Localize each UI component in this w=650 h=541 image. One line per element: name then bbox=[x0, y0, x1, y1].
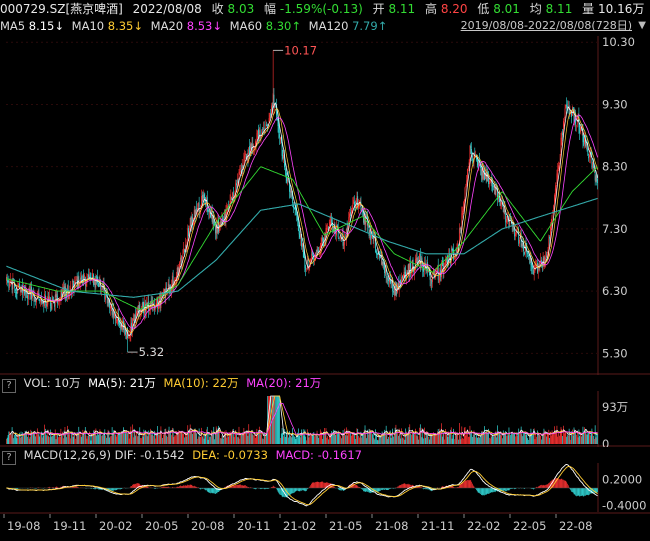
vol-title: VOL: 10万 bbox=[23, 376, 81, 390]
x-tick-label: 20-11 bbox=[237, 519, 270, 533]
vol-ma5: MA(5): 21万 bbox=[88, 376, 156, 390]
x-tick-label: 19-08 bbox=[7, 519, 40, 533]
macd-title: MACD(12,26,9) DIF: -0.1542 bbox=[23, 448, 185, 462]
help-icon[interactable]: ? bbox=[2, 451, 16, 465]
vol-ma10: MA(10): 22万 bbox=[163, 376, 239, 390]
macd-tick-label: 0.2000 bbox=[602, 472, 642, 486]
low-annotation: 5.32 bbox=[139, 345, 165, 359]
price-tick-label: 7.30 bbox=[602, 222, 628, 236]
x-tick-label: 20-05 bbox=[145, 519, 178, 533]
price-tick-label: 9.30 bbox=[602, 97, 628, 111]
dea-line bbox=[6, 466, 598, 506]
price-tick-label: 6.30 bbox=[602, 284, 628, 298]
x-tick-label: 21-08 bbox=[375, 519, 408, 533]
macd-value: MACD: -0.1617 bbox=[275, 448, 362, 462]
x-tick-label: 20-08 bbox=[191, 519, 224, 533]
x-tick-label: 21-05 bbox=[329, 519, 362, 533]
macd-tick-label: -0.4000 bbox=[602, 498, 646, 512]
x-tick-label: 21-11 bbox=[421, 519, 454, 533]
price-tick-label: 5.30 bbox=[602, 346, 628, 360]
high-annotation: 10.17 bbox=[284, 43, 317, 57]
help-icon[interactable]: ? bbox=[2, 379, 16, 393]
x-tick-label: 22-05 bbox=[513, 519, 546, 533]
x-tick-label: 22-02 bbox=[467, 519, 500, 533]
vol-ma10-line bbox=[13, 395, 598, 437]
macd-dea: DEA: -0.0733 bbox=[192, 448, 268, 462]
price-tick-label: 8.30 bbox=[602, 160, 628, 174]
candles bbox=[6, 50, 598, 353]
vol-ma20: MA(20): 21万 bbox=[246, 376, 322, 390]
volume-bars bbox=[6, 396, 598, 444]
x-tick-label: 20-02 bbox=[99, 519, 132, 533]
volume-tick-label: 93万 bbox=[602, 400, 628, 414]
macd-bars bbox=[6, 478, 598, 498]
dif-line bbox=[6, 464, 598, 507]
vol-ma5-line bbox=[9, 395, 598, 439]
price-tick-label: 10.30 bbox=[602, 35, 635, 49]
macd-header: ? MACD(12,26,9) DIF: -0.1542 DEA: -0.073… bbox=[0, 447, 650, 465]
x-tick-label: 19-11 bbox=[53, 519, 86, 533]
x-tick-label: 21-02 bbox=[283, 519, 316, 533]
volume-header: ? VOL: 10万 MA(5): 21万 MA(10): 22万 MA(20)… bbox=[0, 375, 650, 393]
x-tick-label: 22-08 bbox=[559, 519, 592, 533]
